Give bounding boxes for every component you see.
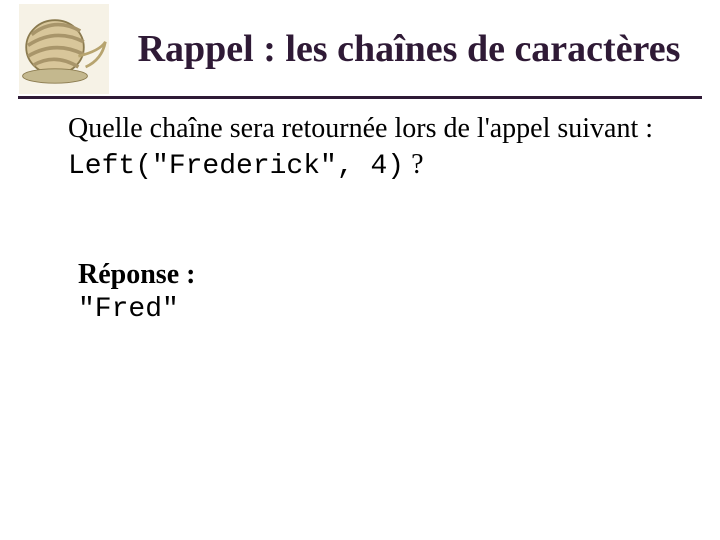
answer-label: Réponse : (78, 257, 684, 293)
answer-value: "Fred" (78, 292, 684, 328)
question-text: Quelle chaîne sera retournée lors de l'a… (68, 111, 684, 147)
slide: Rappel : les chaînes de caractères Quell… (0, 0, 720, 540)
question-mark: ? (411, 149, 423, 180)
spacer (68, 185, 684, 257)
twine-icon (18, 4, 110, 94)
slide-title: Rappel : les chaînes de caractères (116, 28, 702, 71)
body: Quelle chaîne sera retournée lors de l'a… (0, 99, 720, 328)
code-expression: Left("Frederick", 4) (68, 151, 404, 182)
answer-block: Réponse : "Fred" (68, 257, 684, 329)
question-code-line: Left("Frederick", 4) ? (68, 147, 684, 185)
title-row: Rappel : les chaînes de caractères (0, 0, 720, 94)
question-intro: Quelle chaîne sera retournée lors de l'a… (68, 113, 653, 144)
